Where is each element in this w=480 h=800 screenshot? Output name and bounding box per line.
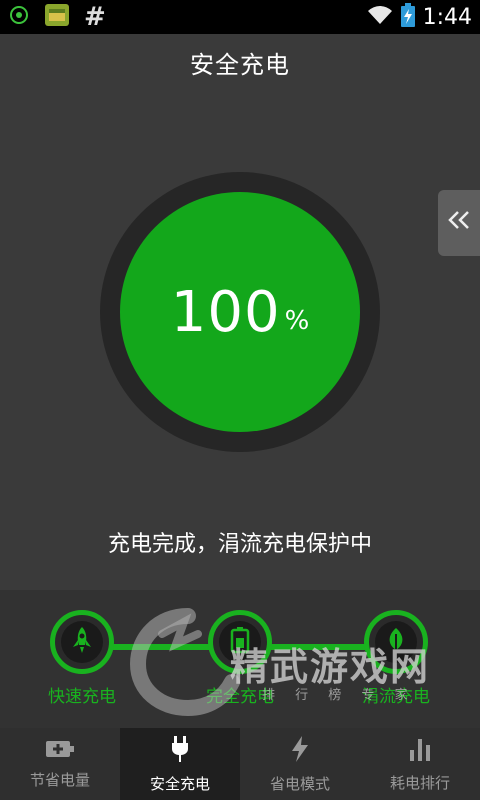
- battery-charging-icon: [400, 3, 415, 31]
- tab-label: 耗电排行: [389, 773, 450, 792]
- stage-fast-charge: 快速充电: [12, 610, 152, 707]
- charge-percent-unit: %: [284, 306, 310, 336]
- tab-save-power[interactable]: 节省电量: [0, 728, 120, 800]
- tab-label: 省电模式: [269, 774, 330, 793]
- double-chevron-left-icon: [446, 209, 472, 237]
- watermark-subtext: 排 行 榜 专 家: [262, 688, 416, 703]
- lightning-icon: [290, 735, 310, 767]
- tab-safe-charge[interactable]: 安全充电: [120, 728, 240, 800]
- stage-label: 快速充电: [48, 687, 116, 707]
- bar-chart-icon: [407, 736, 433, 766]
- charge-percent-value: 100: [170, 279, 281, 345]
- wifi-icon: [367, 5, 393, 29]
- battery-plus-icon: [45, 739, 75, 763]
- hash-icon: #: [84, 2, 106, 32]
- tab-label: 节省电量: [29, 770, 90, 789]
- page-title: 安全充电: [190, 50, 290, 79]
- charge-status-text: 充电完成，涓流充电保护中: [107, 532, 372, 557]
- rocket-icon: [70, 626, 94, 658]
- status-bar: # 1:44: [0, 0, 480, 34]
- side-panel-toggle[interactable]: [438, 190, 480, 256]
- tab-power-ranking[interactable]: 耗电排行: [360, 728, 480, 800]
- charge-meter-fill: 100 %: [120, 192, 360, 432]
- app-thumbnail-icon: [44, 3, 70, 31]
- clock: 1:44: [422, 4, 472, 30]
- tab-power-saving-mode[interactable]: 省电模式: [240, 728, 360, 800]
- bottom-navigation: 节省电量 安全充电 省电模式 耗电排行: [0, 728, 480, 800]
- tab-label: 安全充电: [149, 774, 210, 793]
- watermark-text: 精武游戏网: [230, 645, 431, 689]
- target-icon: [8, 4, 30, 30]
- charge-meter: 100 %: [100, 172, 380, 452]
- plug-icon: [169, 735, 191, 767]
